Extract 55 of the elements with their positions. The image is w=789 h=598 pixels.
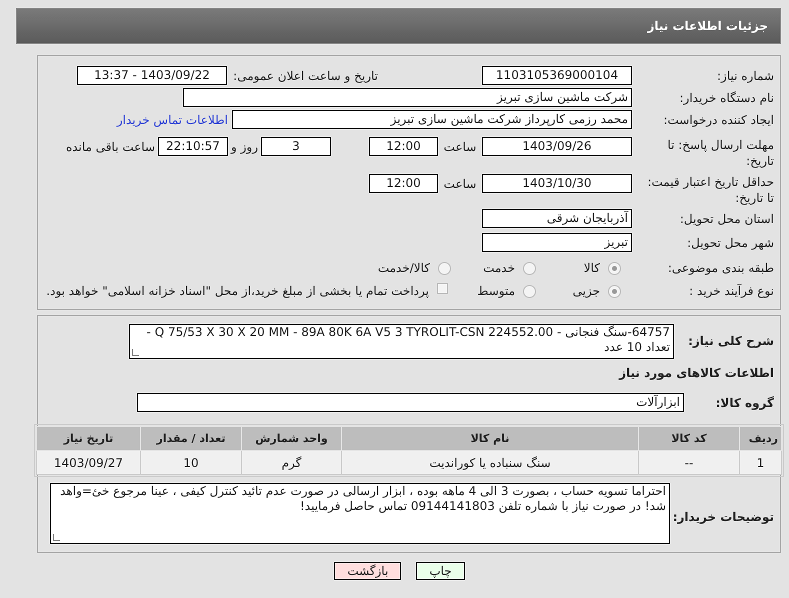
section-heading: اطلاعات کالاهای مورد نیاز bbox=[618, 365, 774, 381]
text-field[interactable]: تبریز bbox=[482, 233, 632, 252]
column-header: ردیف bbox=[740, 426, 782, 450]
table-cell: سنگ سنباده یا کوراندیت bbox=[342, 450, 638, 474]
field-label: شهر محل تحویل: bbox=[686, 235, 774, 251]
field-label: روز و bbox=[230, 139, 259, 155]
field-label: شرح کلی نیاز: bbox=[687, 333, 774, 349]
text-field[interactable]: 12:00 bbox=[369, 174, 438, 193]
table-cell: 1403/09/27 bbox=[36, 450, 140, 474]
field-label: شماره نیاز: bbox=[716, 68, 774, 84]
field-label: مهلت ارسال پاسخ: تا تاریخ: bbox=[666, 137, 774, 169]
table-cell: گرم bbox=[242, 450, 342, 474]
column-header: کد کالا bbox=[638, 426, 740, 450]
checkbox-label: پرداخت تمام یا بخشی از مبلغ خرید،از محل "اسناد خزانه اسلامی" خواهد بود. bbox=[46, 283, 429, 299]
radio-label: خدمت bbox=[483, 260, 515, 276]
column-header: تاریخ نیاز bbox=[36, 426, 140, 450]
field-label: نام دستگاه خریدار: bbox=[678, 90, 774, 106]
field-label: تاریخ و ساعت اعلان عمومی: bbox=[233, 68, 378, 84]
text-field[interactable]: 12:00 bbox=[369, 137, 438, 156]
back-button[interactable]: بازگشت bbox=[334, 562, 402, 580]
text-field[interactable]: 1103105369000104 bbox=[482, 66, 632, 85]
text-field[interactable]: 1403/09/26 bbox=[482, 137, 632, 156]
text-field[interactable]: 1403/10/30 bbox=[482, 174, 632, 193]
radio-label: جزیی bbox=[572, 283, 600, 299]
field-label: ساعت bbox=[442, 139, 478, 155]
description-field[interactable]: 64757-سنگ فنجانی - Q 75/53 X 30 X 20 MM - 89A 80K 6A V5 3 TYROLIT-CSN 224552.00 - تعداد 10 عدد bbox=[129, 324, 674, 359]
field-label: نوع فرآیند خرید : bbox=[688, 283, 774, 299]
table-cell: 10 bbox=[140, 450, 242, 474]
text-field[interactable]: شرکت ماشین سازی تبریز bbox=[183, 88, 632, 107]
text-field[interactable]: 3 bbox=[261, 137, 331, 156]
field-label: طبقه بندی موضوعی: bbox=[666, 260, 774, 276]
text-field[interactable]: 1403/09/22 - 13:37 bbox=[77, 66, 227, 85]
page-title: جزئیات اطلاعات نیاز bbox=[647, 18, 768, 34]
field-label: توضیحات خریدار: bbox=[672, 509, 774, 525]
text-field[interactable]: ابزارآلات bbox=[137, 393, 684, 412]
text-field[interactable]: محمد رزمی کارپرداز شرکت ماشین سازی تبریز bbox=[232, 110, 632, 129]
table-cell: -- bbox=[638, 450, 740, 474]
notes-field[interactable]: احتراما تسویه حساب ، بصورت 3 الی 4 ماهه بوده ، ابزار ارسالی در صورت عدم تائید کنترل کیفی ، عینا مرجوع خئ=واهد شد! در صورت نیاز با شماره تلفن 09144141803 تماس حاصل فرمایید! bbox=[50, 483, 670, 544]
text-field[interactable]: آذربایجان شرقی bbox=[482, 209, 632, 228]
field-label: ساعت bbox=[442, 176, 478, 192]
contact-link[interactable]: اطلاعات تماس خریدار bbox=[116, 110, 228, 128]
text-field[interactable]: 22:10:57 bbox=[158, 137, 228, 156]
column-header: نام کالا bbox=[342, 426, 638, 450]
radio-label: متوسط bbox=[477, 283, 515, 299]
table-cell: 1 bbox=[740, 450, 782, 474]
field-label: گروه کالا: bbox=[714, 395, 774, 411]
field-label: حداقل تاریخ اعتبار قیمت: تا تاریخ: bbox=[646, 174, 774, 206]
column-header: واحد شمارش bbox=[242, 426, 342, 450]
print-button[interactable]: چاپ bbox=[416, 562, 465, 580]
radio-label: کالا/خدمت bbox=[378, 260, 430, 276]
field-label: استان محل تحویل: bbox=[678, 211, 774, 227]
field-label: ایجاد کننده درخواست: bbox=[662, 112, 774, 128]
column-header: تعداد / مقدار bbox=[140, 426, 242, 450]
field-label: ساعت باقی مانده bbox=[66, 139, 155, 155]
radio-label: کالا bbox=[584, 260, 600, 276]
